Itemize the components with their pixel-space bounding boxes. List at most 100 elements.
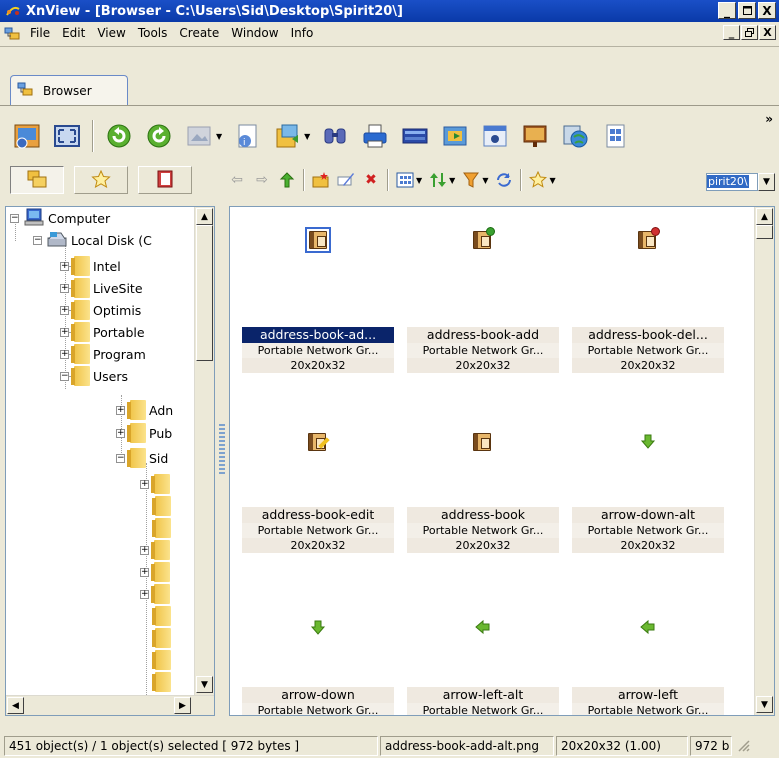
expand-icon[interactable]: + [140, 567, 149, 577]
web-page-icon[interactable] [560, 121, 590, 151]
folder-tree[interactable]: − Computer − Local Disk (C + Intel + Liv… [5, 206, 215, 716]
title-bar[interactable]: XnView - [Browser - C:\Users\Sid\Desktop… [0, 0, 779, 22]
collapse-icon[interactable]: − [10, 213, 19, 223]
capture-icon[interactable] [440, 121, 470, 151]
menu-info[interactable]: Info [285, 26, 320, 40]
scroll-up-button[interactable]: ▲ [196, 208, 213, 225]
favorites-tab[interactable] [74, 166, 128, 194]
resize-grip-icon[interactable] [736, 738, 750, 755]
expand-icon[interactable]: + [116, 428, 125, 438]
back-arrow-icon[interactable]: ⇦ [228, 171, 246, 189]
forward-arrow-icon[interactable]: ⇨ [253, 171, 271, 189]
tree-item-livesite[interactable]: + LiveSite [60, 277, 143, 299]
view-mode-icon[interactable] [396, 171, 414, 189]
filter-dropdown-icon[interactable]: ▼ [482, 176, 488, 185]
expand-icon[interactable]: + [60, 261, 69, 271]
add-favorite-star-icon[interactable] [529, 171, 548, 189]
scroll-down-button[interactable]: ▼ [756, 696, 773, 713]
collapse-icon[interactable]: − [33, 235, 42, 245]
tree-subitem[interactable] [152, 495, 174, 517]
properties-icon[interactable]: i [232, 121, 262, 151]
new-folder-icon[interactable] [312, 171, 330, 189]
find-icon[interactable] [320, 121, 350, 151]
menu-window[interactable]: Window [225, 26, 284, 40]
fullscreen-icon[interactable] [52, 121, 82, 151]
tree-item-portable[interactable]: + Portable [60, 321, 145, 343]
tree-vertical-scrollbar[interactable]: ▲ ▼ [194, 207, 214, 695]
scroll-up-button[interactable]: ▲ [756, 208, 773, 225]
menu-view[interactable]: View [91, 26, 131, 40]
mdi-close-button[interactable]: X [759, 25, 776, 40]
collapse-icon[interactable]: − [60, 371, 69, 381]
expand-icon[interactable]: + [60, 349, 69, 359]
toolbar-overflow-button[interactable]: » [765, 112, 773, 126]
tree-item-optimis[interactable]: + Optimis [60, 299, 141, 321]
path-input[interactable]: pirit20\ [706, 173, 758, 191]
file-list-scroll-thumb[interactable] [756, 225, 773, 239]
filter-icon[interactable] [462, 171, 480, 189]
menu-edit[interactable]: Edit [56, 26, 91, 40]
tree-subitem[interactable] [152, 671, 174, 693]
collapse-icon[interactable]: − [116, 453, 125, 463]
categories-tab[interactable] [138, 166, 192, 194]
rename-icon[interactable] [337, 171, 355, 189]
tree-item-sid[interactable]: − Sid [116, 447, 168, 469]
tree-item-intel[interactable]: + Intel [60, 255, 121, 277]
expand-icon[interactable]: + [140, 545, 149, 555]
menu-create[interactable]: Create [173, 26, 225, 40]
tree-subitem[interactable]: + [140, 583, 173, 605]
menu-file[interactable]: File [24, 26, 56, 40]
rotate-right-icon[interactable] [144, 121, 174, 151]
expand-icon[interactable]: + [60, 327, 69, 337]
sort-dropdown-icon[interactable]: ▼ [449, 176, 455, 185]
menu-tools[interactable]: Tools [132, 26, 174, 40]
tree-subitem[interactable] [152, 627, 174, 649]
mdi-restore-button[interactable] [741, 25, 758, 40]
set-wallpaper-icon[interactable] [520, 121, 550, 151]
tree-subitem[interactable]: + [140, 473, 173, 495]
tree-horizontal-scrollbar[interactable]: ◀ ▶ [6, 695, 214, 715]
mdi-minimize-button[interactable]: _ [723, 25, 740, 40]
rotate-left-icon[interactable] [104, 121, 134, 151]
tree-item-computer[interactable]: − Computer [10, 207, 110, 229]
tree-subitem[interactable] [152, 649, 174, 671]
sort-icon[interactable] [429, 171, 447, 189]
path-dropdown-button[interactable]: ▼ [758, 173, 775, 191]
folders-tab[interactable] [10, 166, 64, 194]
scroll-right-button[interactable]: ▶ [174, 697, 191, 714]
view-mode-dropdown-icon[interactable]: ▼ [416, 176, 422, 185]
view-image-icon[interactable] [12, 121, 42, 151]
convert-dropdown-icon[interactable]: ▼ [304, 132, 310, 141]
tree-item-adn[interactable]: + Adn [116, 399, 173, 421]
slideshow-icon[interactable] [184, 121, 214, 151]
tree-subitem[interactable]: + [140, 561, 173, 583]
expand-icon[interactable]: + [60, 305, 69, 315]
tree-item-program[interactable]: + Program [60, 343, 146, 365]
tree-subitem[interactable]: + [140, 539, 173, 561]
slideshow-dropdown-icon[interactable]: ▼ [216, 132, 222, 141]
file-list-vertical-scrollbar[interactable]: ▲ ▼ [754, 207, 774, 715]
maximize-button[interactable] [738, 2, 756, 19]
browser-doc-icon[interactable] [4, 25, 22, 41]
convert-icon[interactable] [272, 121, 302, 151]
webcam-icon[interactable] [480, 121, 510, 151]
expand-icon[interactable]: + [140, 479, 149, 489]
parent-folder-icon[interactable] [278, 171, 296, 189]
minimize-button[interactable]: _ [718, 2, 736, 19]
delete-icon[interactable]: ✖ [362, 171, 380, 189]
tree-item-pub[interactable]: + Pub [116, 422, 172, 444]
file-thumbnail-list[interactable]: address-book-ad... Portable Network Gr..… [229, 206, 775, 716]
scroll-left-button[interactable]: ◀ [7, 697, 24, 714]
tab-browser[interactable]: Browser [10, 75, 128, 105]
expand-icon[interactable]: + [116, 405, 125, 415]
close-button[interactable]: X [758, 2, 776, 19]
expand-icon[interactable]: + [60, 283, 69, 293]
tree-subitem[interactable] [152, 605, 174, 627]
refresh-icon[interactable] [495, 171, 513, 189]
scan-icon[interactable] [400, 121, 430, 151]
scroll-down-button[interactable]: ▼ [196, 676, 213, 693]
tree-item-local-disk[interactable]: − Local Disk (C [33, 229, 152, 251]
favorite-dropdown-icon[interactable]: ▼ [549, 176, 555, 185]
contact-sheet-icon[interactable] [600, 121, 630, 151]
expand-icon[interactable]: + [140, 589, 149, 599]
